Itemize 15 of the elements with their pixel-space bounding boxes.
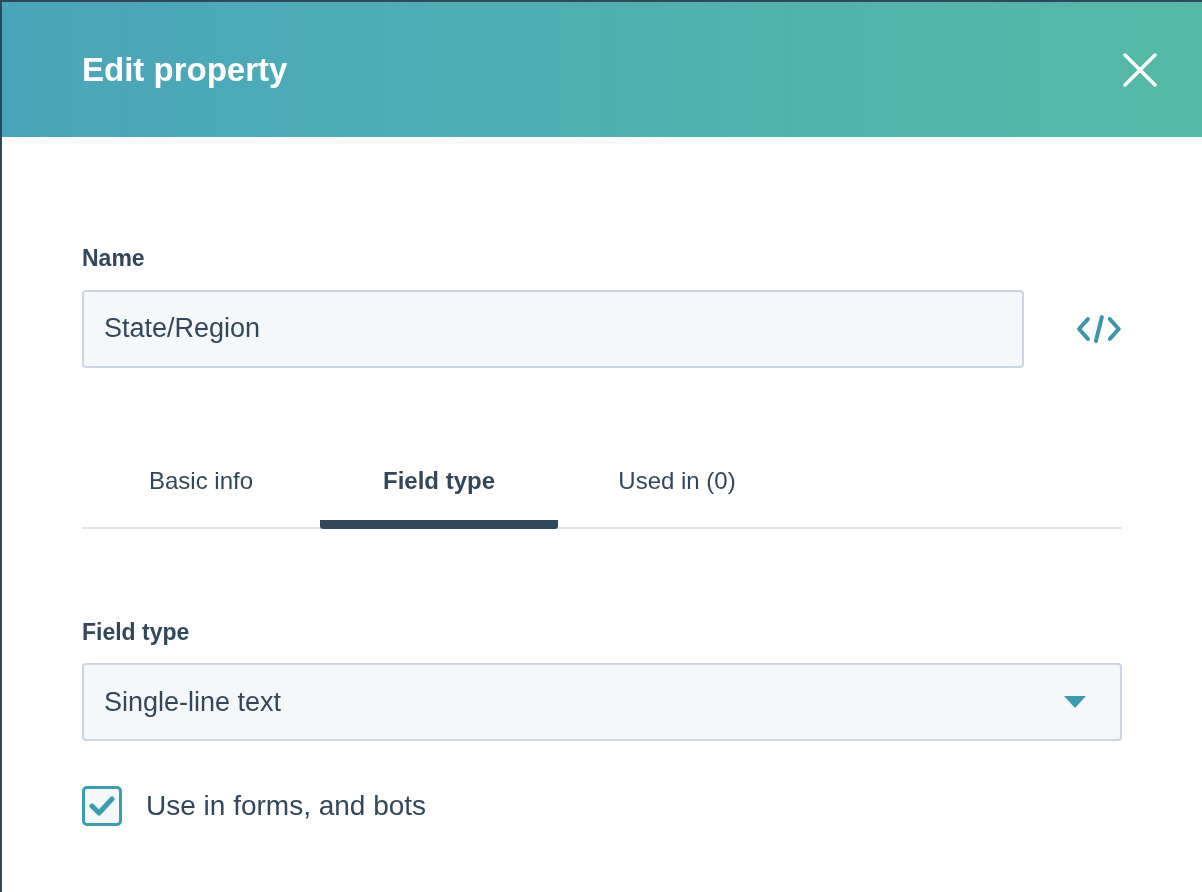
close-icon xyxy=(1123,52,1157,87)
dialog-title: Edit property xyxy=(82,49,288,90)
tab[interactable]: Basic info xyxy=(82,447,320,529)
close-button[interactable] xyxy=(1122,51,1158,88)
caret-icon xyxy=(1064,696,1086,708)
field-label: Name xyxy=(82,244,146,273)
field-type-dropdown[interactable]: Single-line text xyxy=(82,663,1122,741)
checkbox[interactable] xyxy=(82,786,122,826)
tab[interactable]: Field type xyxy=(320,447,558,529)
checkbox-label: Use in forms, and bots xyxy=(146,789,427,823)
checkmark-icon xyxy=(89,795,115,817)
field-label: Field type xyxy=(82,617,191,647)
code-icon[interactable] xyxy=(1076,313,1122,344)
name-input[interactable]: State/Region xyxy=(82,289,1025,368)
tab[interactable]: Used in (0) xyxy=(558,447,796,529)
